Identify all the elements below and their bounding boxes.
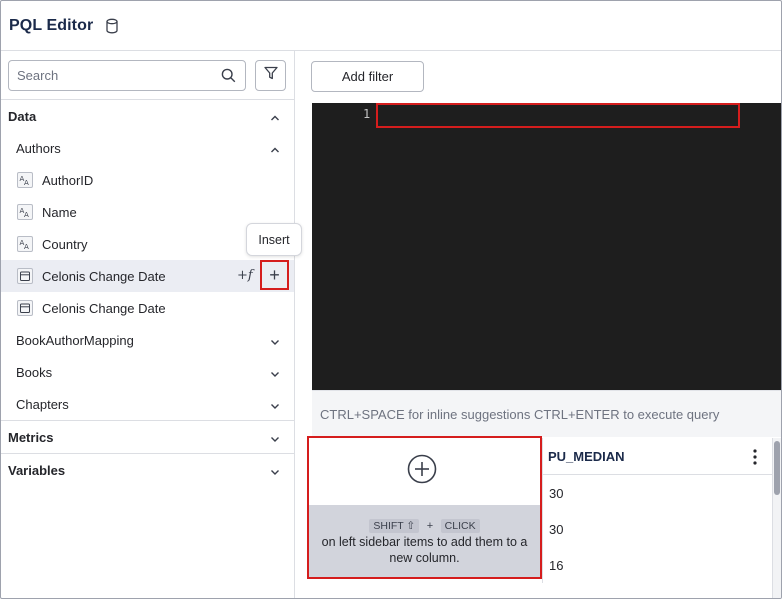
scrollbar-thumb[interactable] bbox=[774, 441, 780, 495]
filter-icon bbox=[263, 66, 278, 85]
table-label: Chapters bbox=[16, 396, 69, 412]
svg-text:A: A bbox=[24, 211, 29, 219]
cell-value: 30 bbox=[549, 521, 564, 537]
line-number: 1 bbox=[363, 107, 371, 121]
chevron-down-icon bbox=[270, 335, 280, 345]
add-column-icon[interactable] bbox=[407, 454, 437, 484]
date-type-icon bbox=[17, 300, 33, 316]
column-item-selected[interactable]: Celonis Change Date +f bbox=[1, 260, 294, 292]
chevron-down-icon bbox=[270, 399, 280, 409]
editor-input-line[interactable] bbox=[376, 103, 740, 128]
query-editor[interactable] bbox=[312, 103, 781, 390]
text-type-icon: AA bbox=[17, 236, 33, 252]
date-type-icon bbox=[17, 268, 33, 284]
search-field[interactable] bbox=[8, 60, 246, 91]
table-chapters[interactable]: Chapters bbox=[1, 388, 294, 420]
table-authors[interactable]: Authors bbox=[1, 132, 294, 164]
chevron-down-icon bbox=[270, 465, 280, 475]
editor-hint-bar: CTRL+SPACE for inline suggestions CTRL+E… bbox=[312, 390, 781, 437]
section-label: Data bbox=[8, 108, 37, 124]
tooltip-text: Insert bbox=[258, 232, 290, 247]
search-input[interactable] bbox=[9, 61, 219, 90]
table-books[interactable]: Books bbox=[1, 356, 294, 388]
plus-separator: + bbox=[426, 520, 434, 532]
pql-editor-window: PQL Editor Data Authors AA AuthorID bbox=[0, 0, 782, 599]
cell-value: 16 bbox=[549, 557, 564, 573]
svg-text:A: A bbox=[24, 243, 29, 251]
chevron-down-icon bbox=[270, 367, 280, 377]
text-type-icon: AA bbox=[17, 172, 33, 188]
column-header[interactable]: PU_MEDIAN bbox=[542, 438, 774, 475]
svg-text:A: A bbox=[24, 179, 29, 187]
column-item[interactable]: AA AuthorID bbox=[1, 164, 294, 196]
click-key-badge: CLICK bbox=[440, 519, 480, 533]
column-label: AuthorID bbox=[42, 172, 94, 188]
table-cell: 30 bbox=[542, 511, 774, 547]
page-title: PQL Editor bbox=[9, 16, 94, 34]
insert-tooltip: Insert bbox=[246, 223, 302, 256]
chevron-down-icon bbox=[270, 432, 280, 442]
database-icon bbox=[105, 18, 119, 34]
table-label: Books bbox=[16, 364, 53, 380]
column-item[interactable]: Celonis Change Date bbox=[1, 292, 294, 324]
more-vertical-icon[interactable] bbox=[749, 448, 761, 466]
hint-line: on left sidebar items to add them to a bbox=[321, 535, 528, 549]
table-cell: 16 bbox=[542, 547, 774, 583]
hint-text: CTRL+SPACE for inline suggestions CTRL+E… bbox=[320, 406, 720, 422]
column-label: Name bbox=[42, 204, 77, 220]
plus-icon: + bbox=[269, 264, 280, 285]
table-label: Authors bbox=[16, 140, 61, 156]
search-icon[interactable] bbox=[221, 68, 236, 83]
section-label: Metrics bbox=[8, 429, 54, 445]
table-bookauthormapping[interactable]: BookAuthorMapping bbox=[1, 324, 294, 356]
section-label: Variables bbox=[8, 462, 66, 478]
column-label: Country bbox=[42, 236, 88, 252]
section-data[interactable]: Data bbox=[1, 100, 294, 132]
table-cell: 30 bbox=[542, 475, 774, 511]
section-metrics[interactable]: Metrics bbox=[1, 421, 294, 453]
header: PQL Editor bbox=[1, 1, 781, 51]
cell-value: 30 bbox=[549, 485, 564, 501]
add-column-panel[interactable]: SHIFT ⇧ + CLICK on left sidebar items to… bbox=[307, 436, 542, 579]
table-label: BookAuthorMapping bbox=[16, 332, 134, 348]
hint-line: new column. bbox=[389, 551, 460, 565]
add-filter-button[interactable]: Add filter bbox=[311, 61, 424, 92]
function-icon[interactable]: +f bbox=[237, 268, 253, 283]
chevron-up-icon bbox=[270, 111, 280, 121]
insert-button[interactable]: + bbox=[260, 260, 289, 290]
section-variables[interactable]: Variables bbox=[1, 454, 294, 486]
column-header-label: PU_MEDIAN bbox=[548, 448, 625, 464]
add-column-hint: SHIFT ⇧ + CLICK on left sidebar items to… bbox=[309, 505, 540, 577]
text-type-icon: AA bbox=[17, 204, 33, 220]
shift-key-badge: SHIFT ⇧ bbox=[369, 519, 420, 533]
filter-button[interactable] bbox=[255, 60, 286, 91]
chevron-up-icon bbox=[270, 143, 280, 153]
